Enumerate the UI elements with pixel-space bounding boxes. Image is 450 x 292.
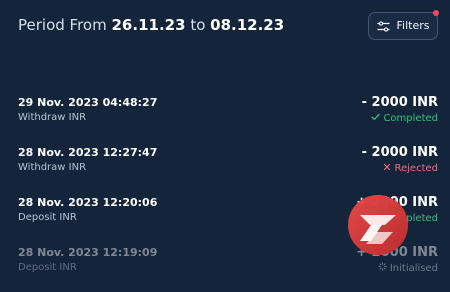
transaction-status-text: Completed bbox=[383, 113, 438, 124]
transaction-right: - 2000 INR Rejected bbox=[362, 145, 438, 176]
filters-notification-dot bbox=[433, 10, 439, 16]
watermark-logo bbox=[348, 195, 408, 255]
transaction-type: Withdraw INR bbox=[18, 162, 87, 173]
transaction-status-text: Rejected bbox=[394, 163, 438, 174]
transaction-datetime: 29 Nov. 2023 04:48:27 bbox=[18, 96, 158, 109]
period-connector: to bbox=[190, 16, 206, 34]
transaction-type: Deposit INR bbox=[18, 212, 77, 223]
period-to-date: 08.12.23 bbox=[210, 16, 285, 34]
transaction-datetime: 28 Nov. 2023 12:19:09 bbox=[18, 246, 158, 259]
filters-button[interactable]: Filters bbox=[368, 10, 439, 40]
transaction-datetime: 28 Nov. 2023 12:20:06 bbox=[18, 196, 158, 209]
check-icon bbox=[371, 112, 381, 126]
transaction-amount: - 2000 INR bbox=[361, 145, 438, 160]
transaction-row[interactable]: 29 Nov. 2023 04:48:27 Withdraw INR - 200… bbox=[0, 92, 450, 142]
period-title: Period From 26.11.23 to 08.12.23 bbox=[18, 15, 284, 35]
transaction-left: 29 Nov. 2023 04:48:27 Withdraw INR bbox=[18, 95, 157, 125]
transaction-amount: - 2000 INR bbox=[361, 95, 438, 110]
transaction-status: Completed bbox=[362, 112, 438, 126]
filters-button-label: Filters bbox=[396, 19, 430, 32]
transaction-left: 28 Nov. 2023 12:19:09 Deposit INR bbox=[18, 245, 157, 275]
transaction-status: Rejected bbox=[362, 162, 438, 176]
transaction-status-text: Initialised bbox=[389, 263, 438, 274]
transaction-list: 29 Nov. 2023 04:48:27 Withdraw INR - 200… bbox=[0, 92, 450, 292]
transaction-status: Initialised bbox=[356, 262, 438, 276]
period-prefix: Period From bbox=[18, 16, 107, 34]
transaction-left: 28 Nov. 2023 12:20:06 Deposit INR bbox=[18, 195, 157, 225]
header: Period From 26.11.23 to 08.12.23 Filters bbox=[0, 0, 450, 50]
transaction-left: 28 Nov. 2023 12:27:47 Withdraw INR bbox=[18, 145, 157, 175]
sliders-icon bbox=[376, 17, 390, 36]
transaction-row[interactable]: 28 Nov. 2023 12:27:47 Withdraw INR - 200… bbox=[0, 142, 450, 192]
transaction-datetime: 28 Nov. 2023 12:27:47 bbox=[18, 146, 158, 159]
transaction-type: Withdraw INR bbox=[18, 112, 87, 123]
x-icon bbox=[383, 162, 391, 176]
transaction-type: Deposit INR bbox=[18, 262, 77, 273]
transaction-right: - 2000 INR Completed bbox=[362, 95, 438, 126]
period-from-date: 26.11.23 bbox=[111, 16, 186, 34]
loading-icon bbox=[378, 262, 387, 276]
